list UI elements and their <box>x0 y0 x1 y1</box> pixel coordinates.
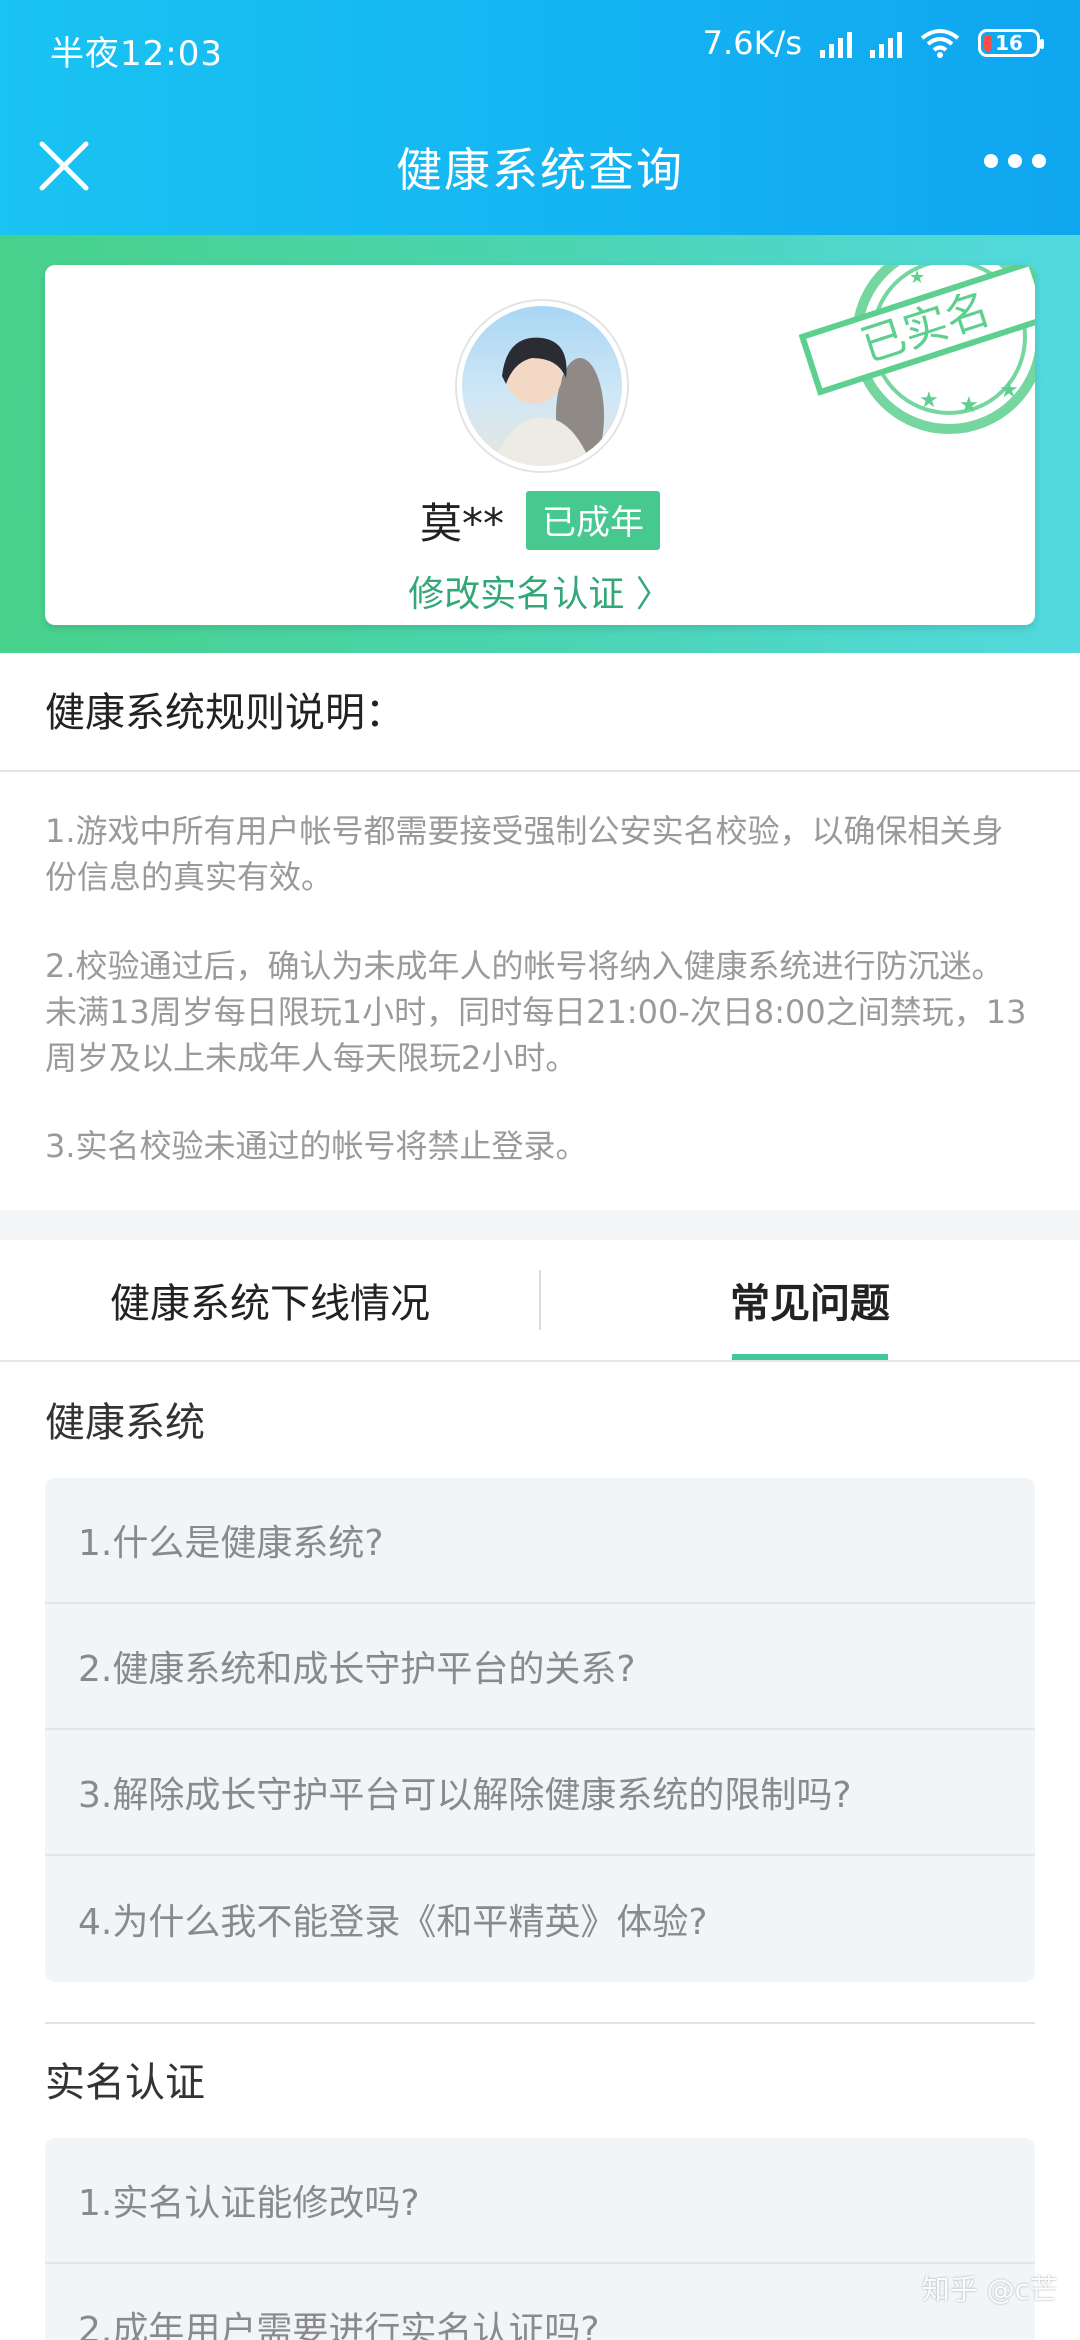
nav-bar: 健康系统查询 <box>0 110 1080 220</box>
faq-list-realname: 1.实名认证能修改吗? 2.成年用户需要进行实名认证吗? <box>45 2138 1035 2340</box>
svg-text:★: ★ <box>909 267 925 288</box>
name-row: 莫** 已成年 <box>45 490 1035 551</box>
status-bar: 半夜12:03 7.6K/s 16 <box>0 0 1080 96</box>
more-options-icon[interactable] <box>984 154 1046 168</box>
profile-section: 莫** 已成年 修改实名认证 〉 已实名 ★ ★ ★ ★ <box>0 235 1080 653</box>
active-tab-indicator <box>732 1354 888 1360</box>
faq-section-health-title: 健康系统 <box>45 1400 205 1446</box>
header-background: 半夜12:03 7.6K/s 16 健康系统查询 <box>0 0 1080 235</box>
network-speed: 7.6K/s <box>702 24 802 62</box>
watermark: 知乎 @c芒 <box>921 2273 1058 2306</box>
profile-card: 莫** 已成年 修改实名认证 〉 已实名 ★ ★ ★ ★ <box>45 265 1035 625</box>
username: 莫** <box>419 499 504 548</box>
adult-status-badge: 已成年 <box>526 491 660 550</box>
tab-offline-status[interactable]: 健康系统下线情况 <box>0 1240 540 1360</box>
edit-realname-link[interactable]: 修改实名认证 〉 <box>45 565 1035 617</box>
faq-item[interactable]: 2.成年用户需要进行实名认证吗? <box>45 2264 1035 2340</box>
tab-faq[interactable]: 常见问题 <box>540 1240 1080 1360</box>
avatar <box>457 301 627 471</box>
divider <box>0 770 1080 772</box>
health-system-query-page: 半夜12:03 7.6K/s 16 健康系统查询 莫** 已成年 修改实名认证 … <box>0 0 1080 2340</box>
battery-level: 16 <box>995 31 1023 55</box>
verified-stamp-icon: 已实名 ★ ★ ★ ★ <box>799 265 1035 434</box>
status-indicators: 7.6K/s 16 <box>702 24 1044 62</box>
faq-item[interactable]: 1.实名认证能修改吗? <box>45 2138 1035 2264</box>
status-time: 半夜12:03 <box>50 34 223 74</box>
faq-item[interactable]: 3.解除成长守护平台可以解除健康系统的限制吗? <box>45 1730 1035 1856</box>
svg-text:★: ★ <box>919 388 939 413</box>
page-title: 健康系统查询 <box>396 143 684 197</box>
rule-item-1: 1.游戏中所有用户帐号都需要接受强制公安实名校验，以确保相关身份信息的真实有效。 <box>45 812 1004 896</box>
signal-icon-2 <box>870 28 902 58</box>
svg-text:★: ★ <box>959 393 979 418</box>
rule-item-2: 2.校验通过后，确认为未成年人的帐号将纳入健康系统进行防沉迷。未满13周岁每日限… <box>45 947 1027 1077</box>
faq-list-health: 1.什么是健康系统? 2.健康系统和成长守护平台的关系? 3.解除成长守护平台可… <box>45 1478 1035 1982</box>
signal-icon <box>820 28 852 58</box>
faq-item[interactable]: 4.为什么我不能登录《和平精英》体验? <box>45 1856 1035 1982</box>
svg-text:★: ★ <box>999 378 1019 403</box>
tab-bar: 健康系统下线情况 常见问题 <box>0 1240 1080 1362</box>
section-gap <box>0 1210 1080 1240</box>
faq-section-realname-title: 实名认证 <box>45 2060 205 2106</box>
battery-icon: 16 <box>978 29 1044 57</box>
faq-item[interactable]: 2.健康系统和成长守护平台的关系? <box>45 1604 1035 1730</box>
divider <box>45 2022 1035 2024</box>
rules-title: 健康系统规则说明： <box>45 690 405 736</box>
wifi-icon <box>920 29 960 58</box>
faq-item[interactable]: 1.什么是健康系统? <box>45 1478 1035 1604</box>
rule-item-3: 3.实名校验未通过的帐号将禁止登录。 <box>45 1127 588 1165</box>
